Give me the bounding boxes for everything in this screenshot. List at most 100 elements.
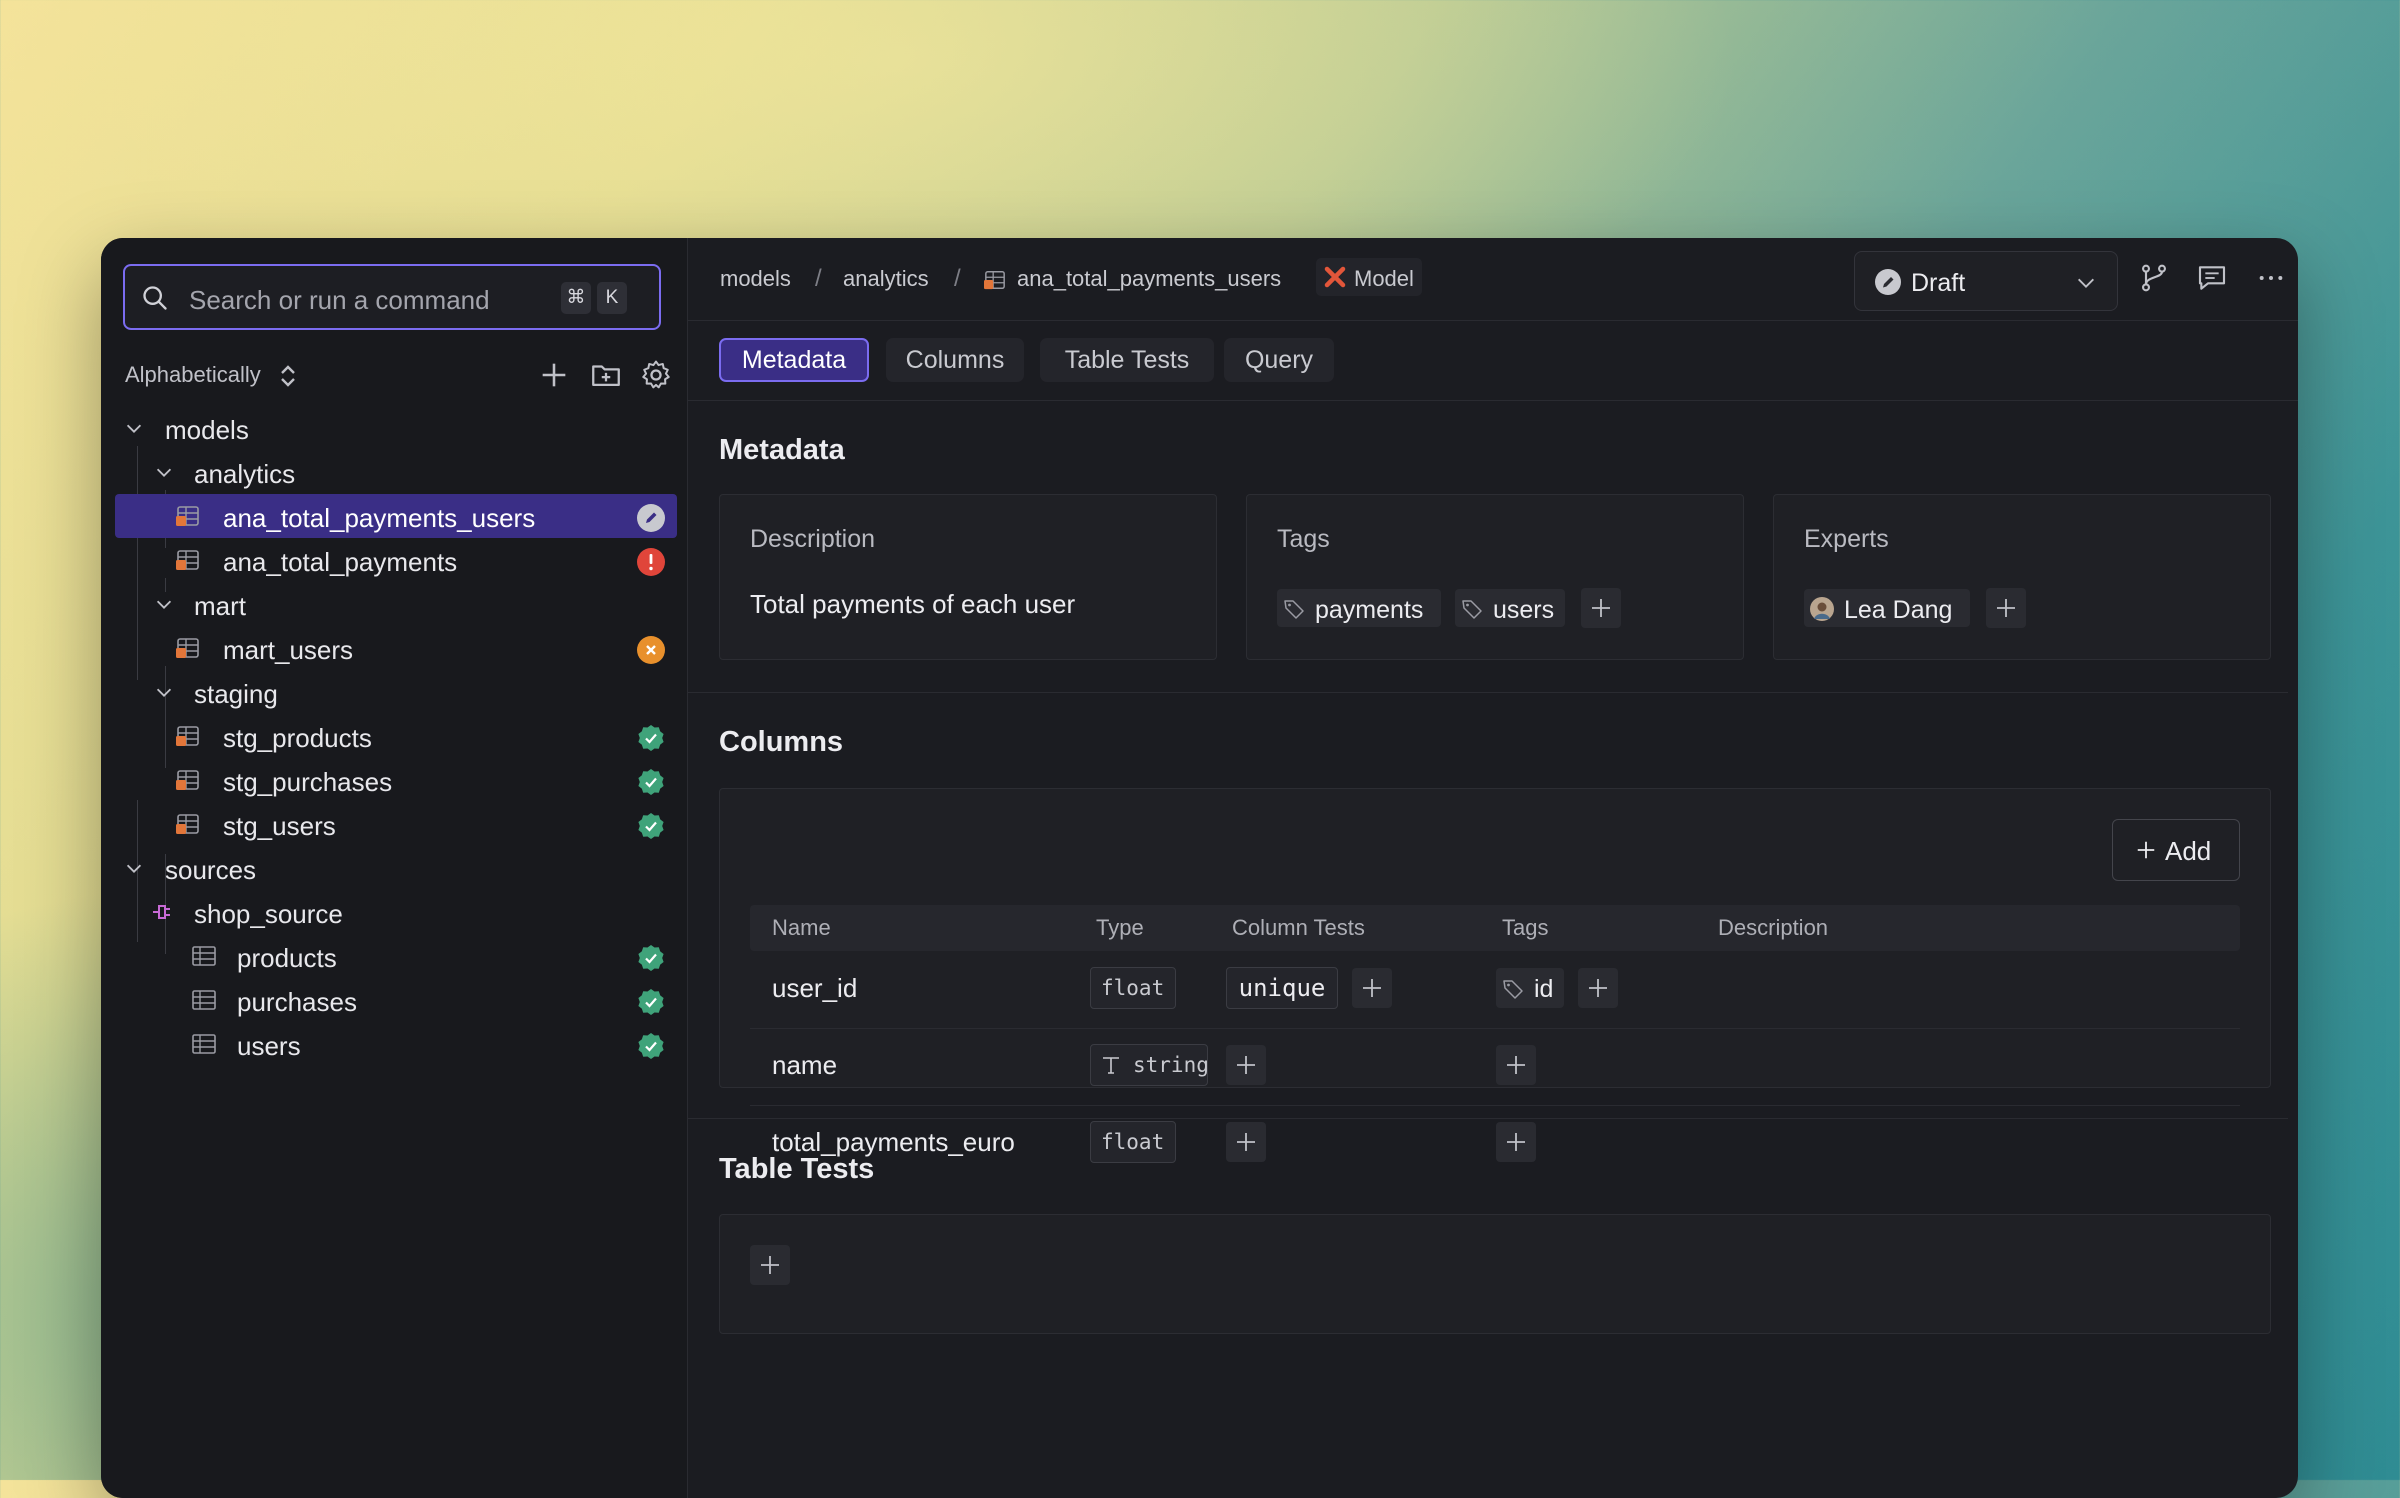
column-name: name	[772, 1050, 838, 1080]
tab-bar: Metadata Columns Table Tests Query	[688, 320, 2298, 401]
tree-folder-sources[interactable]: sources	[101, 846, 687, 890]
tree-model-stg-products[interactable]: stg_products	[101, 714, 687, 758]
success-status-icon	[638, 945, 664, 971]
tree-model-stg-purchases[interactable]: stg_purchases	[101, 758, 687, 802]
plus-icon	[1507, 1133, 1525, 1151]
column-header-type: Type	[1096, 915, 1144, 940]
add-column-tag-button[interactable]	[1496, 1122, 1536, 1162]
breadcrumb-analytics[interactable]: analytics	[843, 266, 929, 292]
tree-label: users	[237, 1031, 301, 1061]
tree-model-ana-total-payments-users[interactable]: ana_total_payments_users	[115, 494, 677, 538]
columns-heading: Columns	[719, 726, 844, 758]
add-column-tag-button[interactable]	[1578, 968, 1618, 1008]
tree-label: sources	[165, 855, 257, 885]
add-table-test-button[interactable]	[750, 1245, 790, 1285]
sort-toggle-icon[interactable]	[279, 364, 297, 388]
tab-query[interactable]: Query	[1224, 338, 1334, 382]
draft-status-dropdown[interactable]: Draft	[1854, 251, 2118, 311]
chevron-down-icon[interactable]	[153, 593, 175, 615]
add-expert-button[interactable]	[1986, 588, 2026, 628]
column-name: user_id	[772, 973, 858, 1003]
text-type-icon	[1103, 1057, 1119, 1074]
tree-label: products	[237, 943, 337, 973]
search-icon	[143, 286, 167, 310]
plus-icon	[1363, 979, 1381, 997]
tree-model-mart-users[interactable]: mart_users	[101, 626, 687, 670]
sort-order-label[interactable]: Alphabetically	[125, 362, 261, 388]
column-type-badge[interactable]: float	[1090, 967, 1176, 1009]
chevron-down-icon[interactable]	[123, 417, 145, 439]
expert-chip-lea-dang[interactable]: Lea Dang	[1804, 589, 1970, 627]
add-column-label: Add	[2165, 836, 2212, 866]
tree-folder-mart[interactable]: mart	[101, 582, 687, 626]
success-status-icon	[638, 989, 664, 1015]
tab-columns[interactable]: Columns	[886, 338, 1024, 382]
plus-icon	[2137, 841, 2155, 859]
tree-label: shop_source	[194, 899, 343, 929]
tag-label: payments	[1315, 596, 1424, 624]
column-type-label: string	[1133, 1053, 1208, 1077]
app-window: Search or run a command ⌘ K Alphabetical…	[101, 238, 2298, 1498]
column-header-tests: Column Tests	[1232, 915, 1365, 940]
command-search[interactable]: Search or run a command ⌘ K	[123, 264, 661, 330]
chevron-down-icon[interactable]	[153, 681, 175, 703]
new-folder-icon[interactable]	[589, 358, 623, 392]
pencil-icon	[1875, 269, 1901, 295]
success-status-icon	[638, 769, 664, 795]
table-icon	[192, 990, 216, 1010]
tag-chip-users[interactable]: users	[1455, 589, 1565, 627]
sort-bar: Alphabetically	[125, 358, 670, 394]
add-tag-button[interactable]	[1581, 588, 1621, 628]
tree-model-ana-total-payments[interactable]: ana_total_payments	[101, 538, 687, 582]
column-type-badge[interactable]: float	[1090, 1121, 1176, 1163]
tree-label: stg_products	[223, 723, 372, 753]
description-text[interactable]: Total payments of each user	[750, 589, 1075, 620]
table-row[interactable]: user_id float unique id	[750, 951, 2240, 1029]
tree-table-users[interactable]: users	[101, 1022, 687, 1066]
chevron-down-icon[interactable]	[153, 461, 175, 483]
tree-folder-staging[interactable]: staging	[101, 670, 687, 714]
add-column-tag-button[interactable]	[1496, 1045, 1536, 1085]
tab-table-tests[interactable]: Table Tests	[1040, 338, 1214, 382]
breadcrumb-models[interactable]: models	[720, 266, 791, 292]
more-options-icon[interactable]	[2255, 262, 2287, 294]
description-heading: Description	[750, 525, 876, 553]
column-type-badge[interactable]: string	[1090, 1044, 1208, 1086]
chevron-down-icon[interactable]	[123, 857, 145, 879]
table-row[interactable]: name string	[750, 1028, 2240, 1106]
breadcrumb-separator: /	[815, 265, 822, 292]
column-tag-chip[interactable]: id	[1496, 968, 1564, 1008]
error-status-icon	[637, 548, 665, 576]
add-column-test-button[interactable]	[1352, 968, 1392, 1008]
avatar	[1810, 597, 1834, 621]
edit-status-icon	[637, 504, 665, 532]
tree-folder-analytics[interactable]: analytics	[101, 450, 687, 494]
tree-source-shop-source[interactable]: shop_source	[101, 890, 687, 934]
tree-model-stg-users[interactable]: stg_users	[101, 802, 687, 846]
tree-table-products[interactable]: products	[101, 934, 687, 978]
tag-icon	[1503, 980, 1523, 999]
main-panel: models / analytics / ana_total_payments_…	[688, 238, 2298, 1498]
column-test-chip[interactable]: unique	[1226, 967, 1338, 1009]
tree-label: ana_total_payments	[223, 547, 458, 577]
tree-folder-models[interactable]: models	[101, 406, 687, 450]
tag-chip-payments[interactable]: payments	[1277, 589, 1441, 627]
draft-label: Draft	[1911, 269, 1966, 297]
table-row[interactable]: total_payments_euro float	[750, 1105, 2240, 1182]
table-icon	[192, 946, 216, 966]
tree-table-purchases[interactable]: purchases	[101, 978, 687, 1022]
success-status-icon	[638, 813, 664, 839]
add-icon[interactable]	[537, 358, 571, 392]
dbt-logo-icon	[1324, 266, 1346, 288]
model-type-badge: Model	[1316, 258, 1422, 296]
gear-icon[interactable]	[639, 358, 673, 392]
tab-metadata[interactable]: Metadata	[719, 338, 869, 382]
git-branch-icon[interactable]	[2138, 262, 2170, 294]
add-column-test-button[interactable]	[1226, 1045, 1266, 1085]
expert-name: Lea Dang	[1844, 596, 1953, 624]
add-column-test-button[interactable]	[1226, 1122, 1266, 1162]
add-column-button[interactable]: Add	[2112, 819, 2240, 881]
model-icon	[176, 506, 199, 526]
comment-icon[interactable]	[2196, 262, 2228, 294]
columns-card: Add Name Type Column Tests Tags Descript…	[719, 788, 2271, 1163]
